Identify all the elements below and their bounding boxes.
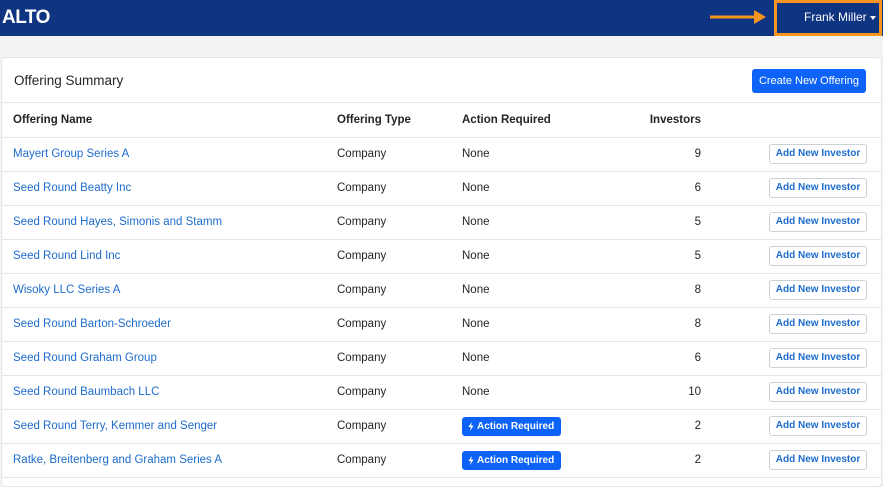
table-row: Seed Round Beatty Inc Company None 6 Add… xyxy=(2,171,881,206)
add-new-investor-button[interactable]: Add New Investor xyxy=(769,212,867,232)
add-new-investor-button[interactable]: Add New Investor xyxy=(769,416,867,436)
table-row: Mayert Group Series A Company None 9 Add… xyxy=(2,137,881,172)
add-new-investor-button[interactable]: Add New Investor xyxy=(769,382,867,402)
action-required-badge[interactable]: Action Required xyxy=(462,416,562,436)
caret-down-icon xyxy=(869,15,876,20)
offering-name-link[interactable]: Seed Round Baumbach LLC xyxy=(13,386,159,398)
action-required-badge[interactable]: Action Required xyxy=(462,450,562,470)
offering-type: Company xyxy=(337,386,387,398)
action-status: None xyxy=(462,284,490,296)
offering-name-link[interactable]: Seed Round Terry, Kemmer and Senger xyxy=(13,420,217,432)
user-menu-dropdown[interactable]: Frank Miller xyxy=(804,10,876,24)
add-new-investor-button[interactable]: Add New Investor xyxy=(769,348,867,368)
table-row: Seed Round Hayes, Simonis and Stamm Comp… xyxy=(2,205,881,240)
offering-type: Company xyxy=(337,216,387,228)
action-status: None xyxy=(462,318,490,330)
offering-type: Company xyxy=(337,420,387,432)
offering-name-link[interactable]: Mayert Group Series A xyxy=(13,148,129,160)
investor-count: 2 xyxy=(694,420,701,432)
action-status: None xyxy=(462,216,490,228)
offering-type: Company xyxy=(337,318,387,330)
annotation-arrow-icon xyxy=(710,10,766,24)
add-new-investor-button[interactable]: Add New Investor xyxy=(769,450,867,470)
investor-count: 5 xyxy=(694,250,701,262)
investor-count: 6 xyxy=(694,182,701,194)
table-row: Seed Round Graham Group Company None 6 A… xyxy=(2,341,881,376)
top-navbar: ALTO Frank Miller xyxy=(0,0,883,36)
column-header-action-required: Action Required xyxy=(462,103,582,138)
investor-count: 9 xyxy=(694,148,701,160)
investor-count: 8 xyxy=(694,318,701,330)
column-header-offering-type: Offering Type xyxy=(337,103,462,138)
create-new-offering-button[interactable]: Create New Offering xyxy=(752,69,866,93)
offering-name-link[interactable]: Seed Round Beatty Inc xyxy=(13,182,131,194)
card-header: Offering Summary Create New Offering xyxy=(2,58,881,103)
add-new-investor-button[interactable]: Add New Investor xyxy=(769,246,867,266)
add-new-investor-button[interactable]: Add New Investor xyxy=(769,144,867,164)
offering-name-link[interactable]: Seed Round Hayes, Simonis and Stamm xyxy=(13,216,222,228)
lightning-bolt-icon xyxy=(468,421,474,431)
offering-name-link[interactable]: Ratke, Breitenberg and Graham Series A xyxy=(13,454,222,466)
column-header-investors: Investors xyxy=(582,103,701,138)
add-new-investor-button[interactable]: Add New Investor xyxy=(769,280,867,300)
table-row: Seed Round Baumbach LLC Company None 10 … xyxy=(2,375,881,410)
offering-type: Company xyxy=(337,352,387,364)
action-status: None xyxy=(462,250,490,262)
table-row: Seed Round Terry, Kemmer and Senger Comp… xyxy=(2,409,881,444)
offering-summary-card: Offering Summary Create New Offering Off… xyxy=(1,57,882,487)
offering-type: Company xyxy=(337,182,387,194)
offerings-table: Offering Name Offering Type Action Requi… xyxy=(2,103,881,478)
offering-name-link[interactable]: Seed Round Barton-Schroeder xyxy=(13,318,171,330)
card-title: Offering Summary xyxy=(14,73,124,88)
offering-type: Company xyxy=(337,284,387,296)
action-status: None xyxy=(462,182,490,194)
table-header-row: Offering Name Offering Type Action Requi… xyxy=(2,103,881,138)
investor-count: 6 xyxy=(694,352,701,364)
table-row: Seed Round Lind Inc Company None 5 Add N… xyxy=(2,239,881,274)
column-header-offering-name: Offering Name xyxy=(2,103,337,138)
action-status: None xyxy=(462,352,490,364)
action-required-label: Action Required xyxy=(477,420,555,432)
add-new-investor-button[interactable]: Add New Investor xyxy=(769,178,867,198)
table-row: Seed Round Barton-Schroeder Company None… xyxy=(2,307,881,342)
offering-name-link[interactable]: Wisoky LLC Series A xyxy=(13,284,120,296)
action-status: None xyxy=(462,386,490,398)
add-new-investor-button[interactable]: Add New Investor xyxy=(769,314,867,334)
offering-type: Company xyxy=(337,148,387,160)
lightning-bolt-icon xyxy=(468,455,474,465)
offering-type: Company xyxy=(337,454,387,466)
offering-name-link[interactable]: Seed Round Graham Group xyxy=(13,352,157,364)
offering-name-link[interactable]: Seed Round Lind Inc xyxy=(13,250,120,262)
action-required-label: Action Required xyxy=(477,454,555,466)
investor-count: 10 xyxy=(688,386,701,398)
offering-type: Company xyxy=(337,250,387,262)
investor-count: 8 xyxy=(694,284,701,296)
table-row: Wisoky LLC Series A Company None 8 Add N… xyxy=(2,273,881,308)
investor-count: 2 xyxy=(694,454,701,466)
action-status: None xyxy=(462,148,490,160)
investor-count: 5 xyxy=(694,216,701,228)
user-name: Frank Miller xyxy=(804,10,867,24)
table-row: Ratke, Breitenberg and Graham Series A C… xyxy=(2,443,881,478)
column-header-actions xyxy=(701,103,881,138)
alto-logo[interactable]: ALTO xyxy=(2,7,50,29)
